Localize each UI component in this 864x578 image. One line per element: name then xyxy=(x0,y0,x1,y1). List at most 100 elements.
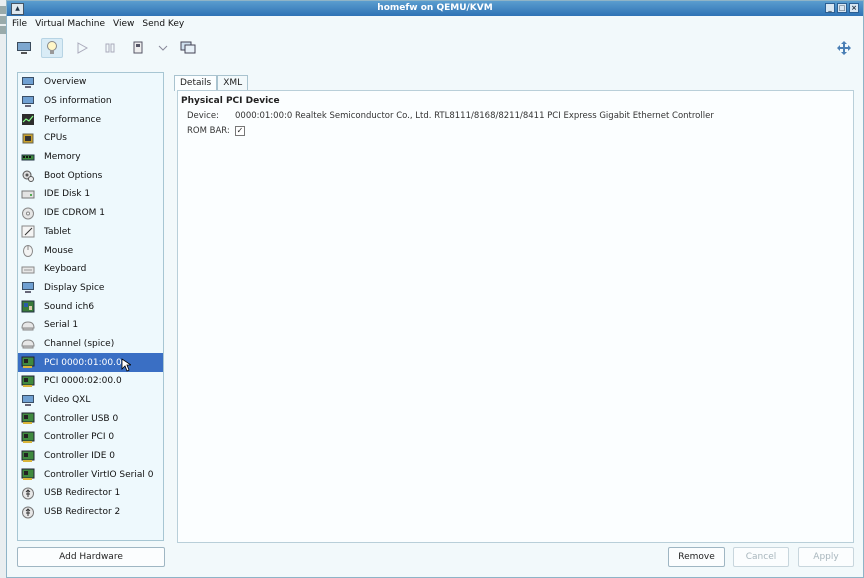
monitor-icon xyxy=(21,394,35,407)
monitor-icon xyxy=(21,95,35,108)
menu-view[interactable]: View xyxy=(113,19,134,29)
sound-icon xyxy=(21,300,35,313)
serial-icon xyxy=(21,337,35,350)
gear-icon xyxy=(21,169,35,183)
disk-icon xyxy=(21,188,35,201)
tablet-icon xyxy=(21,225,35,238)
minimize-button[interactable]: _ xyxy=(825,3,835,13)
hardware-item[interactable]: Boot Options xyxy=(18,166,163,185)
hardware-item[interactable]: Keyboard xyxy=(18,260,163,279)
hardware-item[interactable]: IDE Disk 1 xyxy=(18,185,163,204)
run-icon xyxy=(77,42,88,54)
rombar-label: ROM BAR: xyxy=(187,126,230,136)
menu-virtual-machine[interactable]: Virtual Machine xyxy=(35,19,105,29)
maximize-button[interactable]: □ xyxy=(837,3,847,13)
hardware-item[interactable]: Performance xyxy=(18,110,163,129)
console-button[interactable] xyxy=(13,38,35,58)
hardware-item[interactable]: USB Redirector 2 xyxy=(18,503,163,522)
tab-details[interactable]: Details xyxy=(174,75,218,91)
hardware-item[interactable]: Controller VirtIO Serial 0 xyxy=(18,465,163,484)
hardware-item[interactable]: PCI 0000:02:00.0 xyxy=(18,372,163,391)
chart-icon xyxy=(21,113,35,126)
pci-card-icon xyxy=(21,375,35,388)
details-button[interactable] xyxy=(41,38,63,58)
pause-icon xyxy=(105,43,115,53)
shutdown-menu-button[interactable] xyxy=(152,38,174,58)
hardware-item-label: USB Redirector 1 xyxy=(44,488,121,499)
fullscreen-button[interactable] xyxy=(833,38,855,58)
hardware-item[interactable]: OS information xyxy=(18,92,163,111)
shutdown-icon xyxy=(133,41,143,54)
pci-card-icon xyxy=(21,412,35,425)
rombar-row: ROM BAR: ✓ xyxy=(187,126,245,136)
hardware-item-label: Controller IDE 0 xyxy=(44,451,115,462)
close-button[interactable]: × xyxy=(849,3,859,13)
usb-icon xyxy=(21,506,35,519)
cdrom-icon xyxy=(21,207,35,220)
hardware-item[interactable]: Controller IDE 0 xyxy=(18,447,163,466)
hardware-item-label: Overview xyxy=(44,77,87,88)
hardware-item[interactable]: USB Redirector 1 xyxy=(18,484,163,503)
hardware-item-label: Serial 1 xyxy=(44,320,79,331)
pci-card-icon xyxy=(21,468,35,481)
hardware-item[interactable]: Channel (spice) xyxy=(18,335,163,354)
hardware-item-label: Controller PCI 0 xyxy=(44,432,115,443)
snapshot-button[interactable] xyxy=(177,38,199,58)
hardware-item-label: Video QXL xyxy=(44,395,91,406)
hardware-item[interactable]: Memory xyxy=(18,148,163,167)
fullscreen-icon xyxy=(837,41,851,55)
pause-button[interactable] xyxy=(99,38,121,58)
usb-icon xyxy=(21,487,35,500)
hardware-item-label: CPUs xyxy=(44,133,67,144)
run-button[interactable] xyxy=(71,38,93,58)
serial-icon xyxy=(21,319,35,332)
hardware-item-label: Sound ich6 xyxy=(44,301,95,312)
hardware-item[interactable]: Sound ich6 xyxy=(18,297,163,316)
hardware-item[interactable]: Controller PCI 0 xyxy=(18,428,163,447)
window-title: homefw on QEMU/KVM xyxy=(377,3,493,13)
details-panel: Physical PCI Device Device: 0000:01:00:0… xyxy=(177,90,854,543)
app-icon: ▲ xyxy=(11,3,24,15)
rombar-checkbox[interactable]: ✓ xyxy=(235,126,245,136)
keyboard-icon xyxy=(21,263,35,276)
hardware-item-label: Display Spice xyxy=(44,282,105,293)
remove-button[interactable]: Remove xyxy=(668,547,725,567)
hardware-item[interactable]: Display Spice xyxy=(18,279,163,298)
hardware-item[interactable]: Controller USB 0 xyxy=(18,409,163,428)
cpu-icon xyxy=(21,132,35,145)
tab-xml[interactable]: XML xyxy=(217,75,249,91)
console-icon xyxy=(17,42,31,54)
section-title: Physical PCI Device xyxy=(181,96,280,106)
device-row: Device: 0000:01:00:0 Realtek Semiconduct… xyxy=(187,111,714,121)
title-bar: ▲ homefw on QEMU/KVM _ □ × xyxy=(7,1,863,16)
hardware-item-label: Controller VirtIO Serial 0 xyxy=(44,469,154,480)
shutdown-button[interactable] xyxy=(127,38,149,58)
hardware-item[interactable]: Mouse xyxy=(18,241,163,260)
hardware-item[interactable]: Video QXL xyxy=(18,391,163,410)
hardware-item-label: Performance xyxy=(44,114,102,125)
monitor-icon xyxy=(21,281,35,294)
hardware-item-label: PCI 0000:02:00.0 xyxy=(44,376,122,387)
hardware-item[interactable]: Overview xyxy=(18,73,163,92)
hardware-item-label: IDE Disk 1 xyxy=(44,189,91,200)
add-hardware-button[interactable]: Add Hardware xyxy=(17,547,165,567)
pci-card-icon xyxy=(21,450,35,463)
menu-send-key[interactable]: Send Key xyxy=(142,19,184,29)
hardware-item-label: Boot Options xyxy=(44,170,103,181)
snapshot-icon xyxy=(180,41,196,54)
hardware-item[interactable]: PCI 0000:01:00.0 xyxy=(18,353,163,372)
lightbulb-icon xyxy=(47,41,57,54)
device-label: Device: xyxy=(187,111,219,121)
detail-tabs: Details XML xyxy=(174,75,249,91)
hardware-item-label: Mouse xyxy=(44,245,74,256)
hardware-item[interactable]: IDE CDROM 1 xyxy=(18,204,163,223)
apply-button[interactable]: Apply xyxy=(798,547,854,567)
hardware-item-label: Memory xyxy=(44,152,81,163)
hardware-item[interactable]: Serial 1 xyxy=(18,316,163,335)
hardware-item[interactable]: CPUs xyxy=(18,129,163,148)
cancel-button[interactable]: Cancel xyxy=(733,547,789,567)
chevron-down-icon xyxy=(158,45,168,51)
mouse-icon xyxy=(21,244,35,258)
menu-file[interactable]: File xyxy=(12,19,27,29)
hardware-item[interactable]: Tablet xyxy=(18,223,163,242)
